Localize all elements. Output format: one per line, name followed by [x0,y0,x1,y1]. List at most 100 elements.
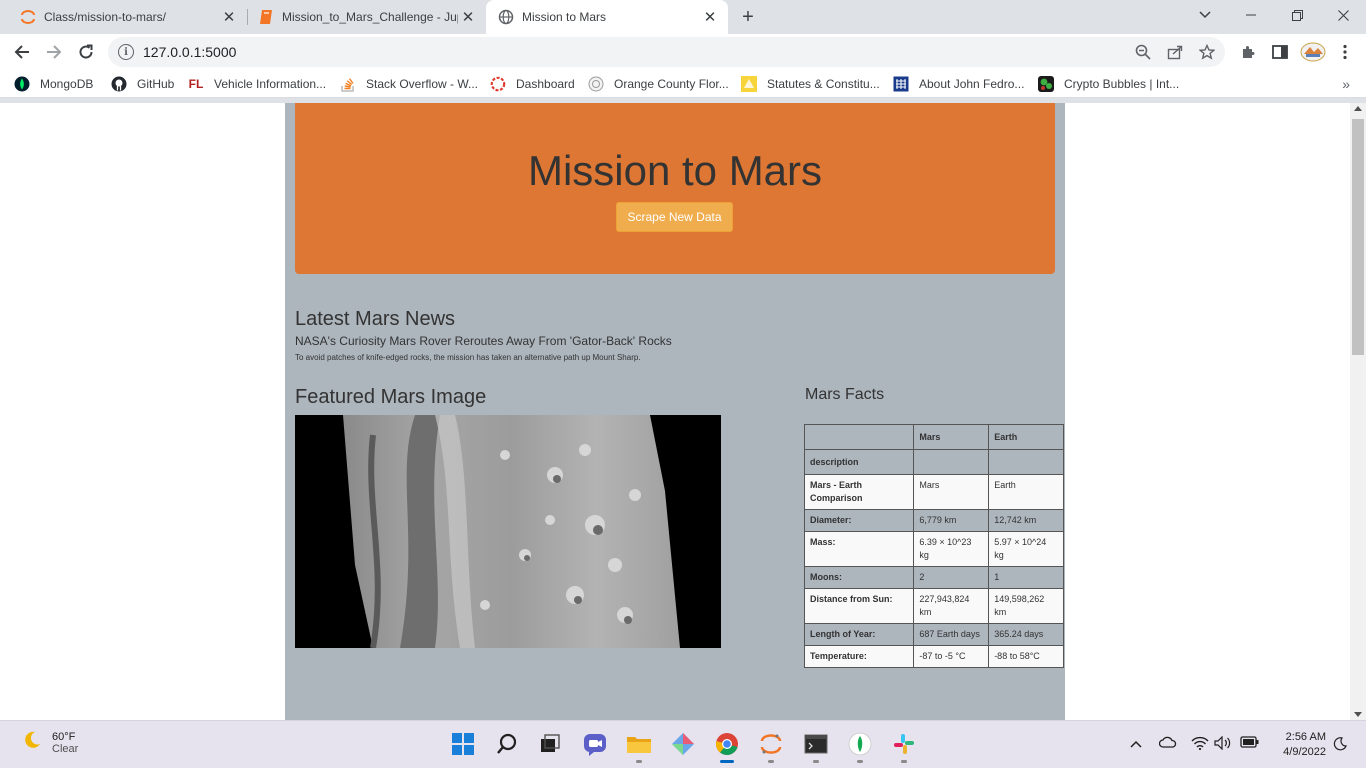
bookmark-label: Orange County Flor... [614,77,729,91]
column-header [803,424,915,450]
flhsmv-icon: FL [188,77,204,91]
forward-button[interactable] [40,38,68,66]
news-paragraph: To avoid patches of knife-edged rocks, t… [295,353,641,362]
git-kraken-icon[interactable] [670,731,696,757]
chevron-up-icon[interactable] [1130,736,1142,751]
scroll-down-arrow-icon[interactable] [1354,712,1362,717]
row-label: Distance from Sun: [803,588,915,624]
table-cell: 227,943,824 km [913,588,990,624]
table-row: Temperature: -87 to -5 °C -88 to 58°C [803,645,1064,668]
back-button[interactable] [8,38,36,66]
table-cell: Mars [913,474,990,510]
bookmark-github[interactable]: GitHub [111,74,174,94]
bookmark-dashboard[interactable]: Dashboard [490,74,575,94]
stackoverflow-icon [340,76,356,92]
bookmark-orange-county[interactable]: Orange County Flor... [588,74,729,94]
side-panel-icon[interactable] [1269,41,1291,63]
bookmarks-bar: MongoDB GitHub FL Vehicle Information...… [0,70,1366,98]
page-title: Mission to Mars [527,147,823,194]
menu-icon[interactable] [1334,41,1356,63]
bookmark-stack-overflow[interactable]: Stack Overflow - W... [340,74,478,94]
scrape-new-data-button[interactable]: Scrape New Data [616,202,733,232]
grid-icon [893,76,909,92]
browser-toolbar: i 127.0.0.1:5000 [0,34,1366,70]
mongodb-leaf-icon [14,76,30,92]
column-header: Mars [913,424,990,450]
tab-jupyter[interactable]: Class/mission-to-mars/ ✕ [0,0,247,34]
github-icon [111,76,127,92]
tab-search-icon[interactable] [1182,0,1228,30]
bookmark-vehicle-information[interactable]: FL Vehicle Information... [188,74,326,94]
new-tab-button[interactable]: + [736,5,760,29]
extensions-icon[interactable] [1237,41,1259,63]
page-scrollbar[interactable] [1350,103,1366,720]
scrollbar-thumb[interactable] [1352,119,1364,355]
mongodb-compass-icon[interactable] [847,731,873,763]
table-cell [913,449,990,475]
chevron-right-double-icon[interactable]: » [1342,76,1350,92]
tab-notebook[interactable]: Mission_to_Mars_Challenge - Jup ✕ [238,0,486,34]
close-window-button[interactable] [1320,0,1366,30]
onedrive-cloud-icon[interactable] [1158,736,1177,751]
address-bar[interactable]: i 127.0.0.1:5000 [108,37,1225,67]
battery-icon[interactable] [1240,736,1260,751]
close-icon[interactable]: ✕ [458,7,478,27]
notification-moon-icon[interactable] [1333,737,1347,754]
bookmark-statutes[interactable]: Statutes & Constitu... [741,74,880,94]
row-label: Mars - Earth Comparison [803,474,915,510]
row-label: Diameter: [803,509,915,532]
table-row: description [803,449,1064,475]
table-row: Moons: 2 1 [803,566,1064,589]
chrome-icon[interactable] [714,731,740,763]
system-clock[interactable]: 2:56 AM 4/9/2022 [1272,730,1326,760]
weather-condition: Clear [52,742,79,755]
restore-button[interactable] [1274,0,1320,30]
wifi-icon[interactable] [1191,736,1209,753]
terminal-icon[interactable] [803,731,829,763]
profile-avatar-icon[interactable] [1299,41,1327,63]
featured-mars-image [295,415,721,648]
minimize-button[interactable] [1228,0,1274,30]
bookmark-label: Statutes & Constitu... [767,77,880,91]
task-view-icon[interactable] [537,731,563,757]
bookmark-crypto-bubbles[interactable]: Crypto Bubbles | Int... [1038,74,1179,94]
latest-news-heading: Latest Mars News [295,308,456,330]
share-icon[interactable] [1165,42,1185,62]
bookmark-mongodb[interactable]: MongoDB [14,74,93,94]
mars-facts-heading: Mars Facts [805,386,885,403]
bookmark-about-john[interactable]: About John Fedro... [893,74,1024,94]
table-row: Mars - Earth Comparison Mars Earth [803,474,1064,510]
windows-start-icon[interactable] [450,731,476,757]
teams-chat-icon[interactable] [582,731,608,757]
volume-icon[interactable] [1214,735,1232,753]
notebook-icon [258,9,274,25]
weather-widget[interactable]: 60°F Clear [22,730,78,755]
crypto-bubbles-icon [1038,76,1054,92]
file-explorer-icon[interactable] [626,731,652,763]
bookmark-label: Crypto Bubbles | Int... [1064,77,1180,91]
featured-image-heading: Featured Mars Image [295,386,487,408]
tab-mission-to-mars[interactable]: Mission to Mars ✕ [486,0,728,34]
close-icon[interactable]: ✕ [700,7,720,27]
jumbotron: Mission to Mars Scrape New Data [295,103,1055,274]
jupyter-icon[interactable] [758,731,784,763]
search-icon[interactable] [494,731,520,757]
table-cell: 687 Earth days [913,623,990,646]
row-label: description [803,449,915,475]
bookmark-label: Dashboard [516,77,575,91]
zoom-icon[interactable] [1133,42,1153,62]
row-label: Length of Year: [803,623,915,646]
table-cell: Earth [988,474,1064,510]
slack-icon[interactable] [891,731,917,763]
bookmark-label: MongoDB [40,77,94,91]
table-cell: 6.39 × 10^23 kg [913,531,990,567]
site-info-icon[interactable]: i [118,44,134,60]
bookmark-star-icon[interactable] [1197,42,1217,62]
close-icon[interactable]: ✕ [219,7,239,27]
reload-button[interactable] [72,38,100,66]
table-cell: -88 to 58°C [988,645,1064,668]
scroll-up-arrow-icon[interactable] [1354,106,1362,111]
row-label: Moons: [803,566,915,589]
table-header-row: Mars Earth [803,424,1064,450]
table-cell: 365.24 days [988,623,1064,646]
